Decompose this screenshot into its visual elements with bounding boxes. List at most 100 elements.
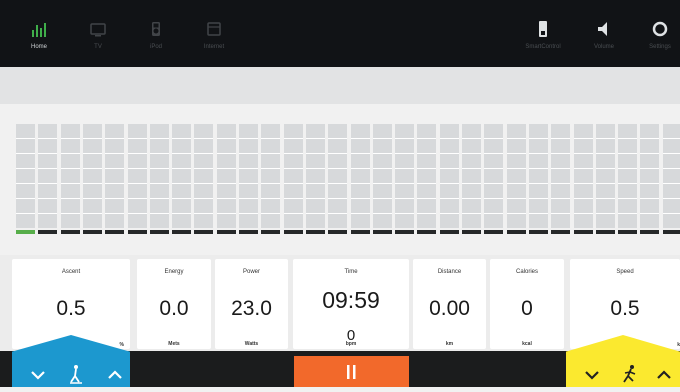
speed-up-button[interactable] bbox=[653, 364, 675, 386]
internet-icon bbox=[205, 20, 223, 38]
profile-segment bbox=[216, 124, 236, 234]
energy-unit: Mets bbox=[168, 341, 180, 347]
energy-tile: Energy 0.0 Mets bbox=[137, 259, 211, 349]
pause-button[interactable] bbox=[294, 356, 409, 387]
ascent-label: Ascent bbox=[61, 269, 81, 275]
segment-cells bbox=[105, 124, 125, 228]
speed-down-button[interactable] bbox=[581, 364, 603, 386]
time-tile: Time 09:59 0 bpm bbox=[293, 259, 409, 349]
speed-value: 0.5 bbox=[610, 297, 640, 320]
power-tile: Power 23.0 Watts bbox=[215, 259, 288, 349]
profile-segment bbox=[462, 124, 481, 234]
nav-home[interactable]: Home bbox=[19, 20, 59, 50]
segment-base bbox=[172, 230, 192, 234]
profile-segment bbox=[194, 124, 214, 234]
profile-segment bbox=[662, 124, 680, 234]
profile-segment bbox=[149, 124, 169, 234]
calories-unit: kcal bbox=[522, 341, 532, 347]
nav-smartcontrol[interactable]: SmartControl bbox=[519, 20, 567, 50]
segment-cells bbox=[239, 124, 258, 228]
segment-base bbox=[216, 230, 236, 234]
incline-walker-icon bbox=[64, 363, 86, 385]
profile-segment bbox=[283, 124, 303, 234]
profile-segment bbox=[506, 124, 526, 234]
segment-cells bbox=[551, 124, 571, 228]
profile-segment bbox=[172, 124, 192, 234]
segment-base bbox=[16, 230, 35, 234]
segment-cells bbox=[618, 124, 638, 228]
ascent-unit: % bbox=[119, 342, 124, 348]
profile-segment bbox=[395, 124, 415, 234]
runner-icon bbox=[618, 363, 640, 385]
profile-segment bbox=[60, 124, 80, 234]
pause-icon bbox=[347, 365, 356, 379]
bottom-control-bar bbox=[0, 335, 680, 387]
home-bars-icon bbox=[30, 20, 48, 38]
ipod-icon bbox=[147, 20, 165, 38]
segment-base bbox=[528, 230, 548, 234]
nav-internet[interactable]: Internet bbox=[194, 20, 234, 50]
chevron-down-icon bbox=[585, 371, 599, 380]
nav-settings[interactable]: Settings bbox=[640, 20, 680, 50]
profile-segment bbox=[439, 124, 459, 234]
segment-cells bbox=[417, 124, 437, 228]
profile-segment bbox=[484, 124, 504, 234]
nav-home-label: Home bbox=[30, 44, 47, 50]
profile-segment bbox=[573, 124, 593, 234]
profile-segment bbox=[350, 124, 370, 234]
segment-cells bbox=[149, 124, 169, 228]
nav-tv[interactable]: TV bbox=[78, 20, 118, 50]
ascent-up-button[interactable] bbox=[104, 364, 126, 386]
chevron-up-icon bbox=[657, 370, 671, 379]
segment-base bbox=[194, 230, 214, 234]
segment-cells bbox=[372, 124, 392, 228]
time-label: Time bbox=[344, 269, 358, 275]
profile-segment bbox=[127, 124, 147, 234]
segment-base bbox=[350, 230, 370, 234]
workout-profile-chart bbox=[16, 124, 680, 234]
profile-segment bbox=[16, 124, 35, 234]
calories-value: 0 bbox=[521, 297, 533, 320]
power-label: Power bbox=[242, 269, 260, 275]
profile-segment bbox=[82, 124, 102, 234]
distance-value: 0.00 bbox=[429, 297, 470, 320]
nav-ipod-label: iPod bbox=[149, 44, 162, 50]
segment-base bbox=[595, 230, 615, 234]
segment-cells bbox=[350, 124, 370, 228]
segment-base bbox=[283, 230, 303, 234]
segment-base bbox=[239, 230, 258, 234]
ascent-down-button[interactable] bbox=[27, 364, 49, 386]
segment-cells bbox=[506, 124, 526, 228]
segment-cells bbox=[484, 124, 504, 228]
segment-base bbox=[328, 230, 348, 234]
segment-base bbox=[82, 230, 102, 234]
metrics-panel: Ascent 0.5 % Energy 0.0 Mets Power 23.0 … bbox=[0, 255, 680, 351]
segment-cells bbox=[16, 124, 35, 228]
power-value: 23.0 bbox=[231, 297, 272, 320]
profile-segment bbox=[38, 124, 58, 234]
segment-base bbox=[261, 230, 281, 234]
settings-icon bbox=[651, 20, 669, 38]
segment-cells bbox=[283, 124, 303, 228]
profile-segment bbox=[618, 124, 638, 234]
tv-icon bbox=[89, 20, 107, 38]
segment-base bbox=[395, 230, 415, 234]
segment-base bbox=[60, 230, 80, 234]
nav-volume[interactable]: Volume bbox=[584, 20, 624, 50]
nav-internet-label: Internet bbox=[203, 44, 225, 50]
nav-tv-label: TV bbox=[94, 44, 102, 50]
segment-base bbox=[372, 230, 392, 234]
segment-base bbox=[439, 230, 459, 234]
nav-ipod[interactable]: iPod bbox=[136, 20, 176, 50]
speed-label: Speed bbox=[616, 269, 634, 275]
segment-cells bbox=[60, 124, 80, 228]
segment-cells bbox=[216, 124, 236, 228]
distance-unit: km bbox=[445, 341, 454, 347]
segment-base bbox=[105, 230, 125, 234]
profile-segment bbox=[261, 124, 281, 234]
nav-smartcontrol-label: SmartControl bbox=[525, 44, 561, 50]
segment-cells bbox=[172, 124, 192, 228]
status-strip bbox=[0, 67, 680, 104]
profile-segment bbox=[551, 124, 571, 234]
segment-base bbox=[149, 230, 169, 234]
